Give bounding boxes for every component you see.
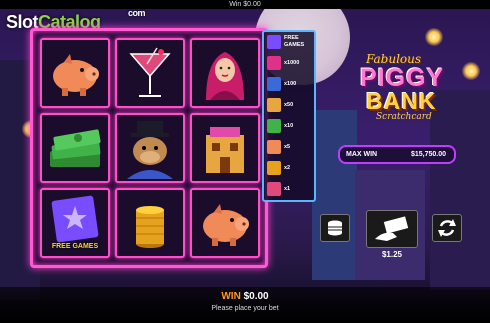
scratch-cell-4[interactable] (40, 113, 110, 183)
paytable-text: x2 (284, 165, 291, 171)
title-line3: BANK (366, 88, 437, 114)
building-right (312, 110, 357, 280)
paytable-text: x5 (284, 144, 291, 150)
lady-icon (267, 56, 281, 70)
win-label: WIN (221, 291, 241, 302)
piggy-bank-icon (53, 54, 99, 96)
paytable-row: x1000 (267, 56, 313, 70)
paytable-row: x100 (267, 77, 313, 91)
piggy-bank-icon (203, 204, 249, 246)
casino-building-icon (267, 98, 281, 112)
paytable-row: x5 (267, 140, 313, 154)
top-bar: Win $0.00 (0, 0, 490, 9)
buy-ticket-button[interactable] (366, 210, 418, 248)
piggy-bank-icon (267, 140, 281, 154)
game-title: Fabulous PIGGY BANK Scratchcard (338, 50, 458, 132)
scratch-cell-2[interactable] (115, 38, 185, 108)
refresh-icon (438, 219, 456, 237)
cocktail-icon (267, 182, 281, 196)
paytable-row: x2 (267, 161, 313, 175)
paytable-text: x50 (284, 102, 294, 108)
watermark-suffix: com (128, 8, 146, 18)
coin-stack-icon (267, 161, 281, 175)
paytable-text: FREE GAMES (284, 35, 305, 48)
scratch-cell-9[interactable] (190, 188, 260, 258)
cash-hand-icon (375, 216, 409, 241)
status-hint: Please place your bet (211, 305, 279, 312)
coin-stack-icon (328, 220, 342, 236)
street-lamp (462, 62, 480, 80)
paytable-text: x1000 (284, 60, 300, 66)
scratch-cell-5[interactable] (115, 113, 185, 183)
max-win-label: MAX WIN (346, 151, 378, 158)
cocktail-icon (129, 47, 171, 97)
paytable-row: FREE GAMES (267, 35, 313, 49)
free-games-icon (267, 35, 281, 49)
paytable-text: x10 (284, 123, 294, 129)
cash-stack-icon (50, 129, 101, 167)
lady-icon (206, 52, 244, 100)
win-value: $0.00 (243, 291, 269, 302)
free-games-label: FREE GAMES (51, 243, 99, 250)
casino-building-icon (206, 127, 244, 173)
scratch-cell-6[interactable] (190, 113, 260, 183)
scratch-cell-7[interactable]: FREE GAMES (40, 188, 110, 258)
paytable-row: x50 (267, 98, 313, 112)
scratch-cell-1[interactable] (40, 38, 110, 108)
bottom-status-bar: WIN $0.00 Please place your bet (0, 287, 490, 323)
top-win-text: Win $0.00 (229, 1, 261, 8)
coin-stack-icon (136, 206, 164, 248)
scratch-cell-3[interactable] (190, 38, 260, 108)
scratch-board: FREE GAMES (30, 28, 268, 268)
paytable: FREE GAMES x1000 x100 x50 x10 x5 x2 x1 (262, 30, 316, 202)
paytable-row: x1 (267, 182, 313, 196)
max-win-value: $15,750.00 (410, 151, 446, 158)
title-line4: Scratchcard (376, 112, 432, 122)
win-display: WIN $0.00 (0, 291, 490, 302)
bet-coins-button[interactable] (320, 214, 350, 242)
street-lamp (425, 28, 443, 46)
paytable-text: x1 (284, 186, 291, 192)
cash-stack-icon (267, 119, 281, 133)
paytable-text: x100 (284, 81, 297, 87)
scratch-cell-8[interactable] (115, 188, 185, 258)
paytable-row: x10 (267, 119, 313, 133)
max-win-badge: MAX WIN $15,750.00 (338, 145, 456, 164)
autoplay-button[interactable] (432, 214, 462, 242)
bulldog-boss-icon (127, 121, 173, 179)
bulldog-boss-icon (267, 77, 281, 91)
bet-value: $1.25 (381, 250, 403, 259)
